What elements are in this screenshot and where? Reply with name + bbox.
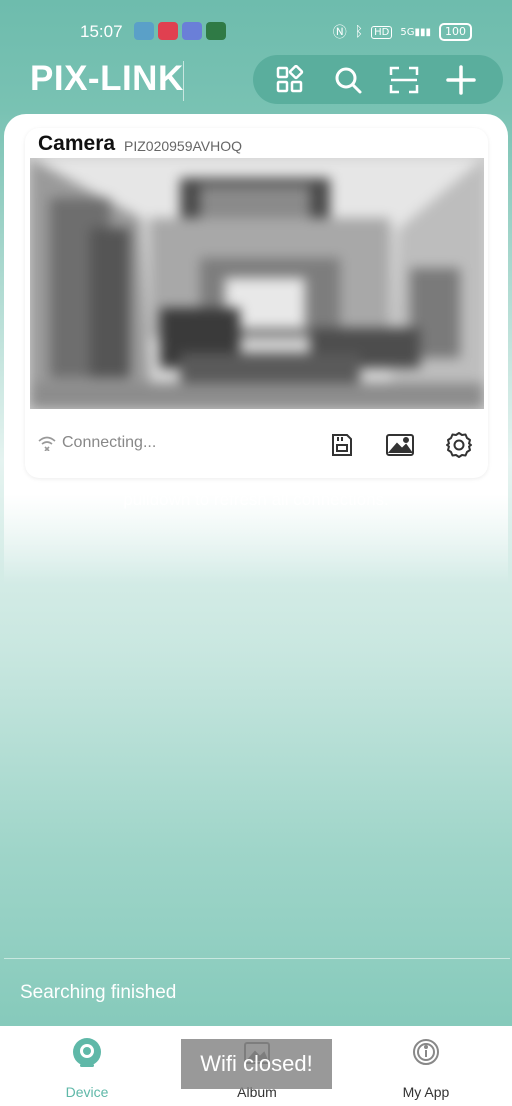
search-button[interactable] xyxy=(329,61,367,99)
notification-app-icon xyxy=(134,22,154,40)
notification-video-icon xyxy=(158,22,178,40)
connection-status: Connecting... xyxy=(38,434,156,452)
image-icon xyxy=(386,434,414,456)
header-toolbar xyxy=(253,55,503,104)
notification-zoom-icon xyxy=(182,22,202,40)
camera-icon xyxy=(73,1038,101,1067)
add-device-button[interactable] xyxy=(442,61,480,99)
settings-icon xyxy=(446,432,472,458)
nfc-icon: Ⓝ xyxy=(332,25,347,41)
app-header: PIX-LINK xyxy=(0,55,512,105)
refresh-hint: pulldown to refresh all connections. xyxy=(123,490,389,509)
settings-button[interactable] xyxy=(442,428,476,462)
scan-button[interactable] xyxy=(385,61,423,99)
app-logo: PIX-LINK xyxy=(30,59,184,98)
scan-icon xyxy=(389,66,419,94)
battery-indicator: 100 xyxy=(439,23,472,41)
logo-divider xyxy=(183,61,184,101)
toast-message: Wifi closed! xyxy=(181,1039,332,1089)
nav-device[interactable]: Device xyxy=(32,1034,142,1100)
notification-app-icon xyxy=(206,22,226,40)
grid-view-button[interactable] xyxy=(271,61,309,99)
search-status: Searching finished xyxy=(20,982,177,1003)
device-card[interactable]: Camera PIZ020959AVHOQ Connecting... xyxy=(25,128,488,478)
nav-device-label: Device xyxy=(65,1084,109,1100)
add-icon xyxy=(446,65,476,95)
camera-preview[interactable] xyxy=(30,158,484,409)
sd-card-icon xyxy=(332,434,352,456)
connection-status-text: Connecting... xyxy=(62,434,157,451)
bluetooth-icon: ᛒ xyxy=(354,24,364,40)
status-time: 15:07 xyxy=(80,22,123,41)
divider xyxy=(4,958,510,959)
nav-my-app-label: My App xyxy=(402,1084,450,1100)
search-icon xyxy=(335,67,362,94)
device-id: PIZ020959AVHOQ xyxy=(124,138,243,154)
device-name: Camera xyxy=(38,132,116,155)
sd-card-button[interactable] xyxy=(325,428,359,462)
signal-icon: 5G▮▮▮ xyxy=(400,26,431,38)
info-icon xyxy=(413,1039,439,1065)
grid-icon xyxy=(276,65,304,93)
album-button[interactable] xyxy=(383,428,417,462)
status-bar: 15:07 Ⓝ ᛒ HD 5G▮▮▮ 100 xyxy=(0,0,512,60)
wifi-error-icon xyxy=(38,436,56,451)
hd-icon: HD xyxy=(371,25,393,39)
nav-my-app[interactable]: My App xyxy=(371,1034,481,1100)
